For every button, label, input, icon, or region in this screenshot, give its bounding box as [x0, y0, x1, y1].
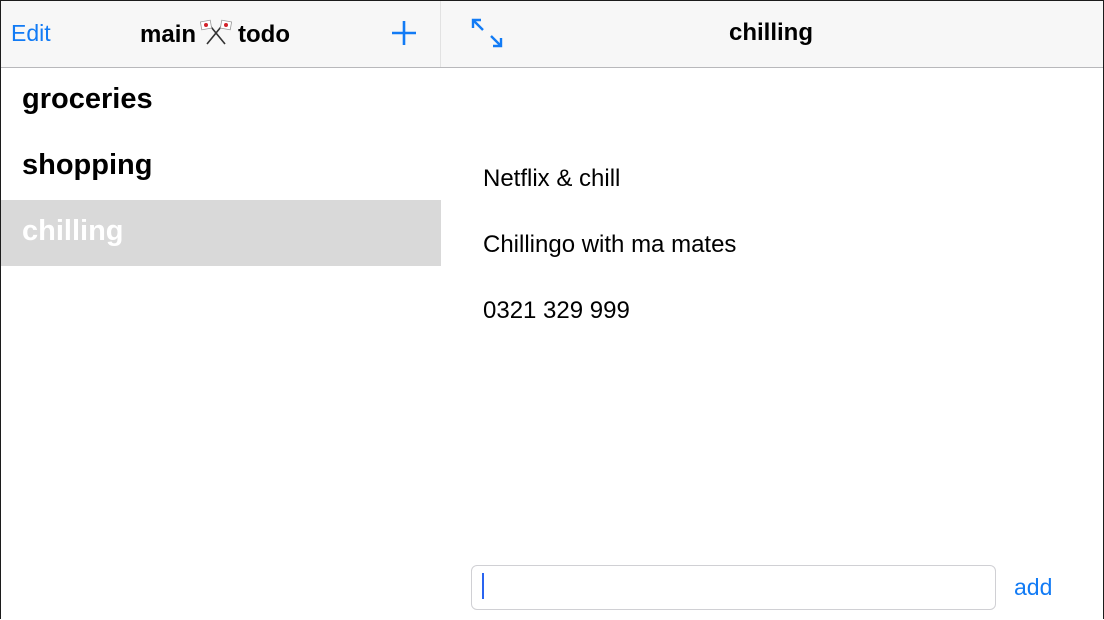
list-item-label: chilling: [22, 215, 124, 247]
detail-item[interactable]: Chillingo with ma mates: [483, 230, 736, 296]
expand-arrows-icon[interactable]: [470, 17, 504, 49]
detail-list: Netflix & chill Chillingo with ma mates …: [483, 164, 736, 362]
master-title-todo: todo: [238, 21, 290, 48]
detail-item[interactable]: Netflix & chill: [483, 164, 736, 230]
crossed-flags-icon: [199, 19, 233, 52]
add-button[interactable]: add: [1014, 574, 1052, 601]
detail-item[interactable]: 0321 329 999: [483, 296, 736, 362]
master-title: main todo: [140, 19, 290, 52]
edit-button[interactable]: Edit: [11, 20, 51, 47]
split-divider: [440, 1, 441, 67]
list-item-chilling[interactable]: chilling: [1, 200, 441, 266]
plus-icon[interactable]: [389, 18, 419, 48]
master-title-main: main: [140, 21, 197, 48]
todo-list: groceries shopping chilling: [1, 68, 441, 266]
list-item-groceries[interactable]: groceries: [1, 68, 441, 134]
detail-title: chilling: [729, 19, 813, 46]
text-caret: [482, 573, 484, 599]
list-item-shopping[interactable]: shopping: [1, 134, 441, 200]
new-item-input[interactable]: [471, 565, 996, 610]
list-item-label: groceries: [22, 83, 153, 115]
list-item-label: shopping: [22, 149, 153, 181]
